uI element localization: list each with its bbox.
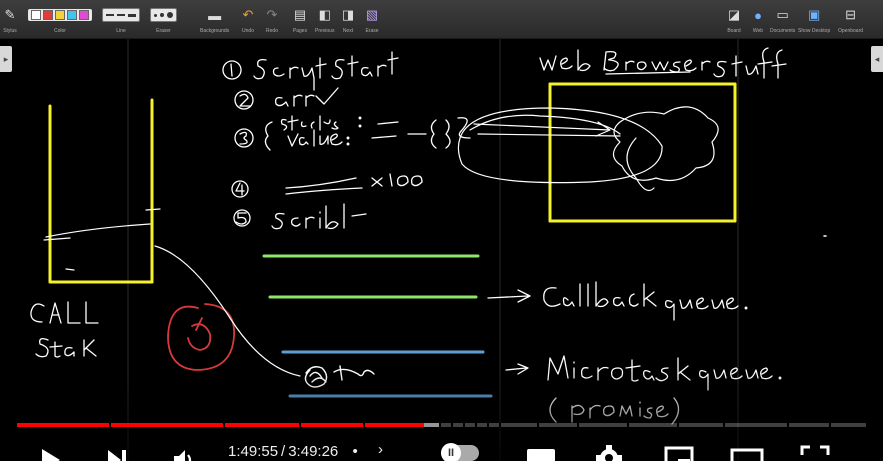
theater-icon[interactable] bbox=[730, 447, 764, 461]
call-stack-box bbox=[48, 98, 154, 284]
next-page-icon: ◨ bbox=[341, 7, 355, 22]
web-browser-label bbox=[539, 47, 787, 79]
chapter-chevron-icon[interactable]: › bbox=[378, 441, 383, 458]
backgrounds-icon: ▬ bbox=[208, 7, 222, 23]
toolbar-label: Backgrounds bbox=[200, 28, 230, 34]
callback-queue-label bbox=[487, 281, 748, 321]
autoplay-knob: II bbox=[441, 443, 461, 461]
previous-tool: ◧ Previous bbox=[315, 4, 334, 34]
stylus-icon: ✎ bbox=[4, 7, 16, 22]
chapter-marker bbox=[451, 423, 453, 427]
step-list-scribbles bbox=[222, 51, 471, 230]
globe-icon: ● bbox=[754, 7, 762, 23]
volume-icon[interactable] bbox=[172, 447, 198, 461]
eraser-tool: Eraser bbox=[150, 4, 177, 34]
toolbar-label: Line bbox=[116, 28, 126, 34]
current-time: 1:49:55 bbox=[228, 443, 279, 460]
chapter-marker bbox=[677, 423, 679, 427]
chapter-marker bbox=[829, 423, 831, 427]
desktop-icon: ▣ bbox=[807, 7, 821, 22]
chapter-marker bbox=[109, 423, 111, 427]
toolbar-label: Stylus bbox=[3, 28, 17, 34]
chapter-marker bbox=[463, 423, 465, 427]
undo-tool: ↶ Undo bbox=[240, 4, 256, 34]
toolbar-label: Board bbox=[727, 28, 741, 34]
color-swatch-red bbox=[43, 10, 53, 20]
chapter-marker bbox=[487, 423, 489, 427]
next-icon[interactable] bbox=[104, 447, 128, 461]
documents-tool: ▭ Documents bbox=[770, 4, 795, 34]
toolbar-label: Documents bbox=[770, 28, 796, 34]
toolbar-label: Pages bbox=[292, 28, 308, 34]
toolbar-label: Undo bbox=[242, 28, 254, 34]
previous-page-icon: ◧ bbox=[318, 7, 331, 22]
board-icon: ◪ bbox=[727, 7, 741, 22]
browser-scribbles bbox=[457, 106, 719, 191]
toolbar-label: Web bbox=[752, 28, 764, 34]
chapter-marker bbox=[363, 423, 365, 427]
color-swatch-magenta bbox=[79, 10, 89, 20]
next-tool: ◨ Next bbox=[340, 4, 356, 34]
settings-icon[interactable] bbox=[594, 443, 624, 461]
browser-box bbox=[548, 82, 737, 223]
toolbar-label: Show Desktop bbox=[798, 28, 831, 34]
chapter-dot: • bbox=[352, 443, 358, 460]
stylus-tool: ✎ Stylus bbox=[2, 4, 18, 34]
openboard-toolbar: ✎ Stylus Color Line Eraser ▬ Backgrounds bbox=[0, 0, 883, 39]
chapter-marker bbox=[723, 423, 725, 427]
chapter-marker bbox=[537, 423, 539, 427]
color-swatch-white bbox=[31, 10, 41, 20]
toolbar-label: Openboard bbox=[838, 28, 864, 34]
erase-tool: ▧ Erase bbox=[364, 4, 380, 34]
chapter-marker bbox=[439, 423, 441, 427]
color-swatch-yellow bbox=[55, 10, 65, 20]
time-separator: / bbox=[281, 443, 286, 460]
openboard-menu: ⊟ Openboard bbox=[838, 4, 863, 34]
line-width-icon bbox=[102, 8, 140, 22]
miniplayer-icon[interactable] bbox=[664, 445, 694, 461]
duration: 3:49:26 bbox=[288, 443, 339, 460]
openboard-icon: ⊟ bbox=[845, 7, 856, 22]
time-display: 1:49:55/3:49:26 • bbox=[228, 443, 358, 460]
line-tool: Line bbox=[102, 4, 140, 34]
red-loop-circle bbox=[167, 303, 235, 371]
pages-tool: ▤ Pages bbox=[292, 4, 308, 34]
erase-icon: ▧ bbox=[365, 7, 379, 22]
call-stack-scribbles bbox=[43, 208, 161, 271]
video-player[interactable]: ✎ Stylus Color Line Eraser ▬ Backgrounds bbox=[0, 0, 883, 461]
toolbar-label: Erase bbox=[365, 28, 379, 34]
folder-icon: ▭ bbox=[776, 7, 789, 22]
player-controls: 1:49:55/3:49:26 • › II bbox=[0, 433, 883, 461]
chapter-marker bbox=[299, 423, 301, 427]
progress-bar[interactable] bbox=[17, 423, 866, 427]
call-stack-label bbox=[30, 301, 99, 358]
subtitles-icon[interactable] bbox=[526, 447, 556, 461]
chapter-marker bbox=[499, 423, 501, 427]
chapter-marker bbox=[577, 423, 579, 427]
chapter-marker bbox=[475, 423, 477, 427]
toolbar-label: Previous bbox=[315, 28, 335, 34]
eraser-size-icon bbox=[150, 8, 177, 22]
undo-icon: ↶ bbox=[242, 7, 254, 22]
toolbar-label: Next bbox=[342, 28, 354, 34]
color-tool: Color bbox=[28, 4, 92, 34]
autoplay-toggle[interactable]: II bbox=[441, 443, 479, 461]
fullscreen-icon[interactable] bbox=[800, 445, 830, 461]
web-tool: ● Web bbox=[750, 4, 766, 35]
show-desktop-tool: ▣ Show Desktop bbox=[798, 4, 830, 34]
toolbar-label: Color bbox=[54, 28, 66, 34]
pages-icon: ▤ bbox=[293, 7, 307, 22]
redo-icon: ↷ bbox=[266, 7, 278, 22]
chapter-marker bbox=[627, 423, 629, 427]
chapter-marker bbox=[223, 423, 225, 427]
backgrounds-tool: ▬ Backgrounds bbox=[200, 4, 230, 35]
play-icon[interactable] bbox=[38, 447, 62, 461]
color-swatch-cyan bbox=[67, 10, 77, 20]
redo-tool: ↷ Redo bbox=[264, 4, 280, 34]
toolbar-label: Redo bbox=[266, 28, 278, 34]
toolbar-label: Eraser bbox=[156, 28, 171, 34]
chapter-marker bbox=[787, 423, 789, 427]
board-tool: ◪ Board bbox=[726, 4, 742, 34]
